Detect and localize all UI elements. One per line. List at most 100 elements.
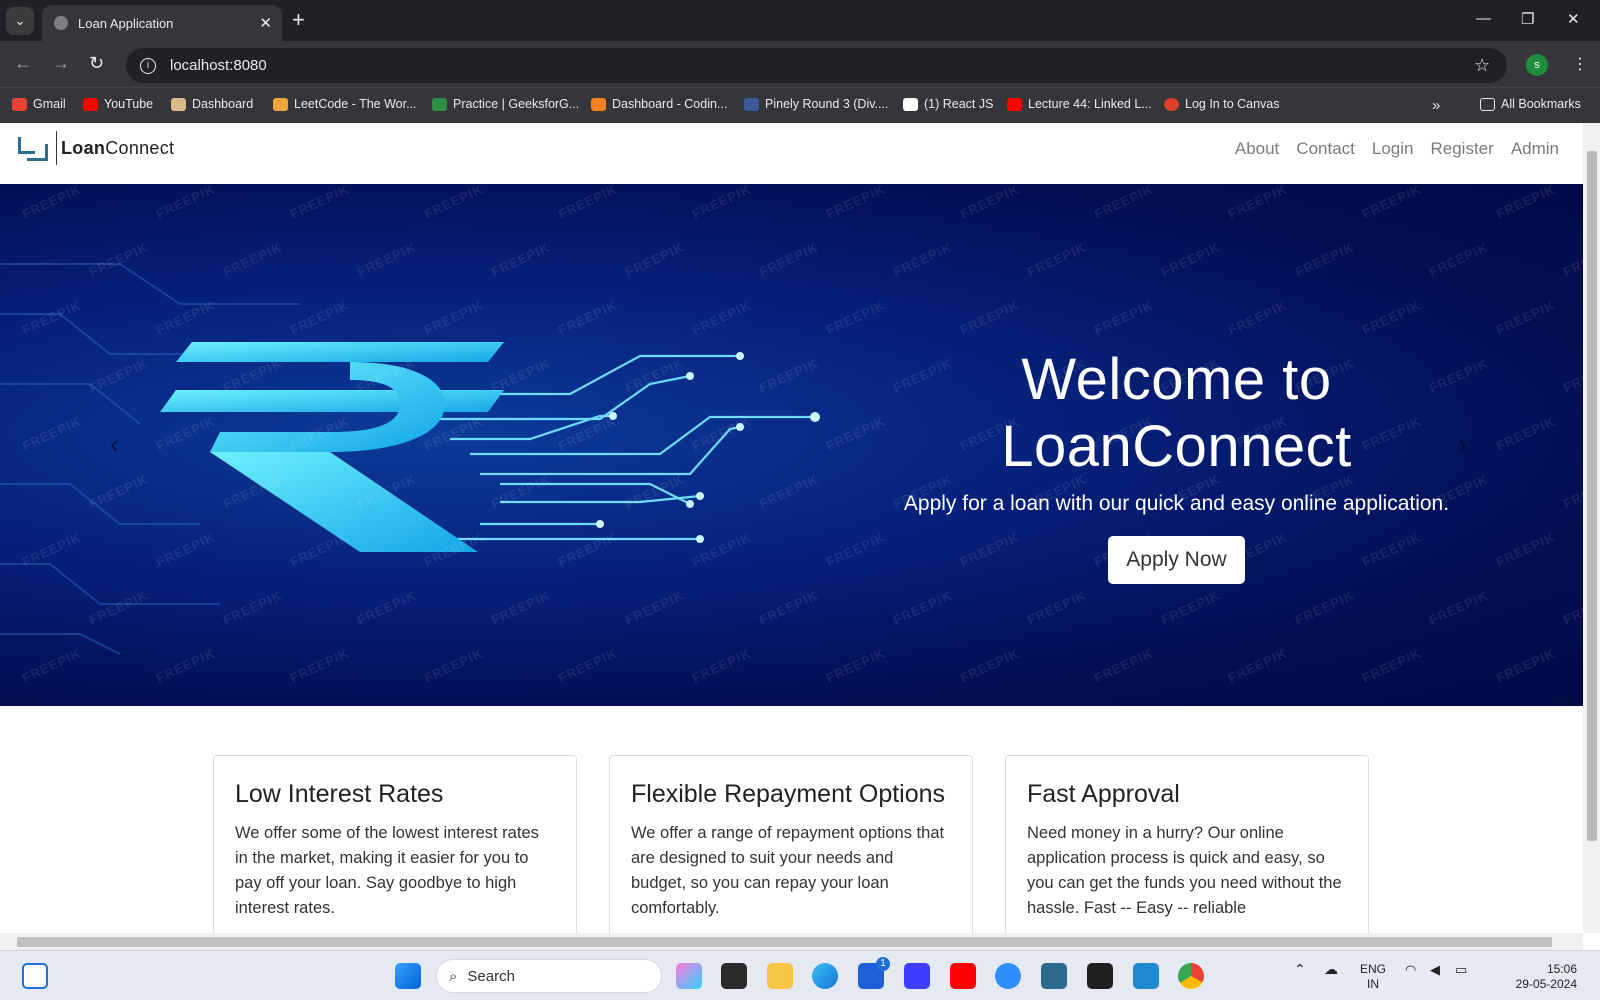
tab-title: Loan Application	[78, 15, 174, 31]
watermark-text: FREEPIK	[1493, 645, 1558, 686]
widgets-icon[interactable]	[22, 963, 48, 989]
task-view-icon[interactable]	[721, 963, 747, 989]
horizontal-scroll-thumb[interactable]	[17, 937, 1552, 947]
notion-icon	[903, 97, 918, 111]
watermark-text: FREEPIK	[1560, 355, 1583, 396]
bookmark-leetcode[interactable]: LeetCode - The Wor...	[273, 97, 417, 111]
watermark-text: FREEPIK	[890, 587, 955, 628]
watermark-text: FREEPIK	[1426, 587, 1491, 628]
gfg-icon	[432, 97, 447, 111]
tab-search-button[interactable]: ⌄	[6, 7, 34, 35]
bookmark-codingninjas[interactable]: Dashboard - Codin...	[591, 97, 727, 111]
close-tab-icon[interactable]: ✕	[259, 14, 272, 32]
bookmark-lecture[interactable]: Lecture 44: Linked L...	[1007, 97, 1152, 111]
nav-admin[interactable]: Admin	[1511, 139, 1559, 159]
profile-avatar[interactable]: s	[1526, 54, 1548, 76]
store-icon[interactable]: 1	[858, 957, 890, 989]
watermark-text: FREEPIK	[1359, 181, 1424, 222]
store-badge: 1	[876, 957, 890, 971]
watermark-text: FREEPIK	[1560, 587, 1583, 628]
vertical-scrollbar[interactable]	[1583, 123, 1600, 933]
more-bookmarks-icon[interactable]: »	[1432, 97, 1440, 114]
reload-icon[interactable]: ↻	[89, 53, 104, 74]
bookmark-dashboard[interactable]: Dashboard	[171, 97, 253, 111]
onedrive-icon[interactable]: ☁	[1324, 962, 1338, 977]
browser-titlebar: ⌄ Loan Application ✕ + — ❐ ✕	[0, 0, 1600, 41]
carousel-next-icon[interactable]: ›	[1458, 429, 1467, 460]
site-navbar: LoanConnect About Contact Login Register…	[0, 123, 1583, 184]
leetcode-icon	[273, 97, 288, 111]
gmail-icon	[12, 97, 27, 111]
bookmark-youtube[interactable]: YouTube	[83, 97, 153, 111]
bookmark-canvas[interactable]: Log In to Canvas	[1164, 97, 1280, 111]
logo-text: Connect	[105, 137, 175, 158]
clock[interactable]: 15:06 29-05-2024	[1487, 962, 1577, 992]
nav-about[interactable]: About	[1235, 139, 1279, 159]
taskbar-search[interactable]: ⌕ Search	[436, 959, 662, 993]
watermark-text: FREEPIK	[1225, 181, 1290, 222]
all-bookmarks[interactable]: All Bookmarks	[1480, 97, 1581, 111]
watermark-text: FREEPIK	[1091, 181, 1156, 222]
tray-overflow-icon[interactable]: ⌃	[1294, 962, 1306, 977]
watermark-text: FREEPIK	[1493, 413, 1558, 454]
site-info-icon[interactable]: i	[140, 57, 156, 74]
copilot-icon[interactable]	[676, 963, 702, 989]
codeforces-icon	[744, 97, 759, 111]
nav-register[interactable]: Register	[1431, 139, 1494, 159]
new-tab-button[interactable]: +	[292, 8, 305, 32]
language-indicator[interactable]: ENG IN	[1360, 962, 1386, 992]
mysql-icon[interactable]	[1041, 963, 1067, 989]
edge-icon[interactable]	[812, 963, 838, 989]
bookmark-pinely[interactable]: Pinely Round 3 (Div....	[744, 97, 888, 111]
logo-divider	[56, 131, 57, 165]
rupee-symbol-icon	[160, 342, 504, 552]
app-icon[interactable]	[904, 963, 930, 989]
carousel-prev-icon[interactable]: ‹	[110, 429, 119, 460]
bookmark-react[interactable]: (1) React JS	[903, 97, 993, 111]
terminal-icon[interactable]	[1087, 963, 1113, 989]
restore-icon[interactable]: ❐	[1521, 10, 1534, 28]
vertical-scroll-thumb[interactable]	[1587, 151, 1597, 841]
youtube-icon	[1007, 97, 1022, 111]
bookmark-gmail[interactable]: Gmail	[12, 97, 66, 111]
feature-title: Flexible Repayment Options	[631, 780, 946, 808]
folder-icon	[1480, 97, 1495, 111]
logo-text-bold: Loan	[61, 137, 106, 158]
file-explorer-icon[interactable]	[767, 963, 793, 989]
watermark-text: FREEPIK	[1225, 297, 1290, 338]
back-icon[interactable]: ←	[14, 53, 32, 74]
watermark-text: FREEPIK	[957, 645, 1022, 686]
watermark-text: FREEPIK	[1359, 645, 1424, 686]
close-window-icon[interactable]: ✕	[1567, 10, 1580, 28]
codingninjas-icon	[591, 97, 606, 111]
nav-contact[interactable]: Contact	[1296, 139, 1355, 159]
web-page: LoanConnect About Contact Login Register…	[0, 123, 1583, 933]
bookmark-geeksforgeeks[interactable]: Practice | GeeksforG...	[432, 97, 579, 111]
horizontal-scrollbar[interactable]	[0, 933, 1583, 950]
logo-mark-icon	[16, 135, 48, 161]
windows-start-icon[interactable]	[395, 963, 421, 989]
volume-icon[interactable]: ◀	[1430, 962, 1440, 977]
minimize-icon[interactable]: —	[1476, 10, 1491, 27]
youtube-icon[interactable]	[950, 963, 976, 989]
address-bar[interactable]: i localhost:8080	[126, 48, 1507, 83]
watermark-text: FREEPIK	[957, 181, 1022, 222]
feature-text: We offer some of the lowest interest rat…	[235, 824, 539, 917]
zoom-icon[interactable]	[995, 963, 1021, 989]
youtube-icon	[83, 97, 98, 111]
battery-icon[interactable]: ▭	[1455, 962, 1467, 977]
watermark-text: FREEPIK	[957, 297, 1022, 338]
search-icon: ⌕	[449, 967, 458, 985]
browser-tab[interactable]: Loan Application ✕	[42, 5, 282, 41]
menu-kebab-icon[interactable]: ⋮	[1572, 54, 1588, 74]
watermark-text: FREEPIK	[1158, 587, 1223, 628]
chrome-icon[interactable]	[1178, 963, 1204, 989]
site-logo[interactable]: LoanConnect	[16, 131, 174, 165]
nav-login[interactable]: Login	[1372, 139, 1414, 159]
forward-icon[interactable]: →	[52, 53, 70, 74]
url-text: localhost:8080	[170, 57, 267, 74]
watermark-text: FREEPIK	[1292, 587, 1357, 628]
wifi-icon[interactable]: ◠	[1405, 962, 1416, 977]
bookmark-star-icon[interactable]: ☆	[1474, 55, 1490, 76]
vscode-icon[interactable]	[1133, 963, 1159, 989]
